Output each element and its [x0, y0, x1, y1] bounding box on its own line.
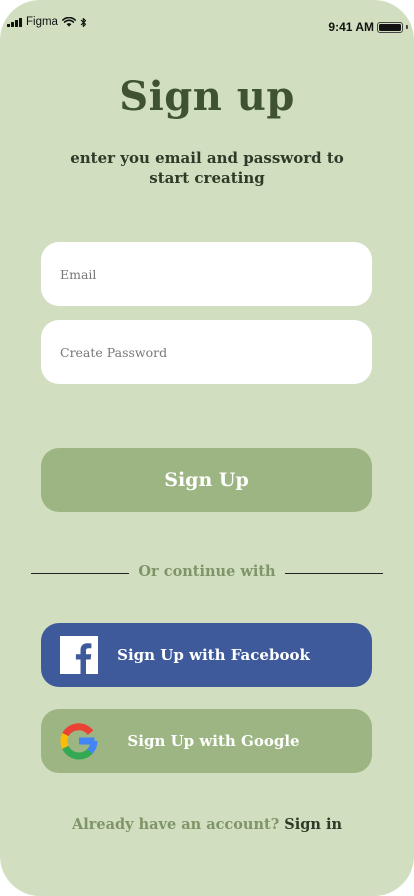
status-bar: Figma 9:41 AM — [0, 0, 414, 44]
sign-up-button[interactable]: Sign Up — [41, 448, 372, 512]
sign-up-button-label: Sign Up — [164, 469, 249, 491]
cellular-signal-icon — [7, 17, 22, 27]
wifi-icon — [61, 17, 76, 27]
email-field[interactable] — [41, 242, 372, 306]
google-button-label: Sign Up with Google — [127, 732, 300, 750]
page-title: Sign up — [119, 73, 295, 120]
divider-line-right — [285, 573, 383, 574]
divider-line-left — [31, 573, 129, 574]
signup-screen: Figma 9:41 AM Sign up enter you email an… — [0, 0, 414, 896]
clock: 9:41 AM — [328, 20, 374, 34]
battery-icon — [377, 21, 403, 33]
page-subtitle: enter you email and password to start cr… — [70, 149, 344, 187]
sign-in-prompt: Already have an account? Sign in — [0, 816, 414, 833]
google-signup-button[interactable]: Sign Up with Google — [41, 709, 372, 773]
divider-text: Or continue with — [138, 563, 276, 580]
battery-cap — [406, 25, 408, 29]
sign-in-link[interactable]: Sign in — [284, 816, 342, 833]
facebook-button-label: Sign Up with Facebook — [117, 646, 310, 664]
facebook-signup-button[interactable]: Sign Up with Facebook — [41, 623, 372, 687]
carrier-name: Figma — [26, 16, 58, 28]
sign-in-prompt-text: Already have an account? — [71, 816, 280, 833]
status-bar-right: 9:41 AM — [328, 20, 408, 34]
bluetooth-icon — [80, 17, 87, 27]
password-field[interactable] — [41, 320, 372, 384]
status-bar-left: Figma — [7, 16, 87, 28]
